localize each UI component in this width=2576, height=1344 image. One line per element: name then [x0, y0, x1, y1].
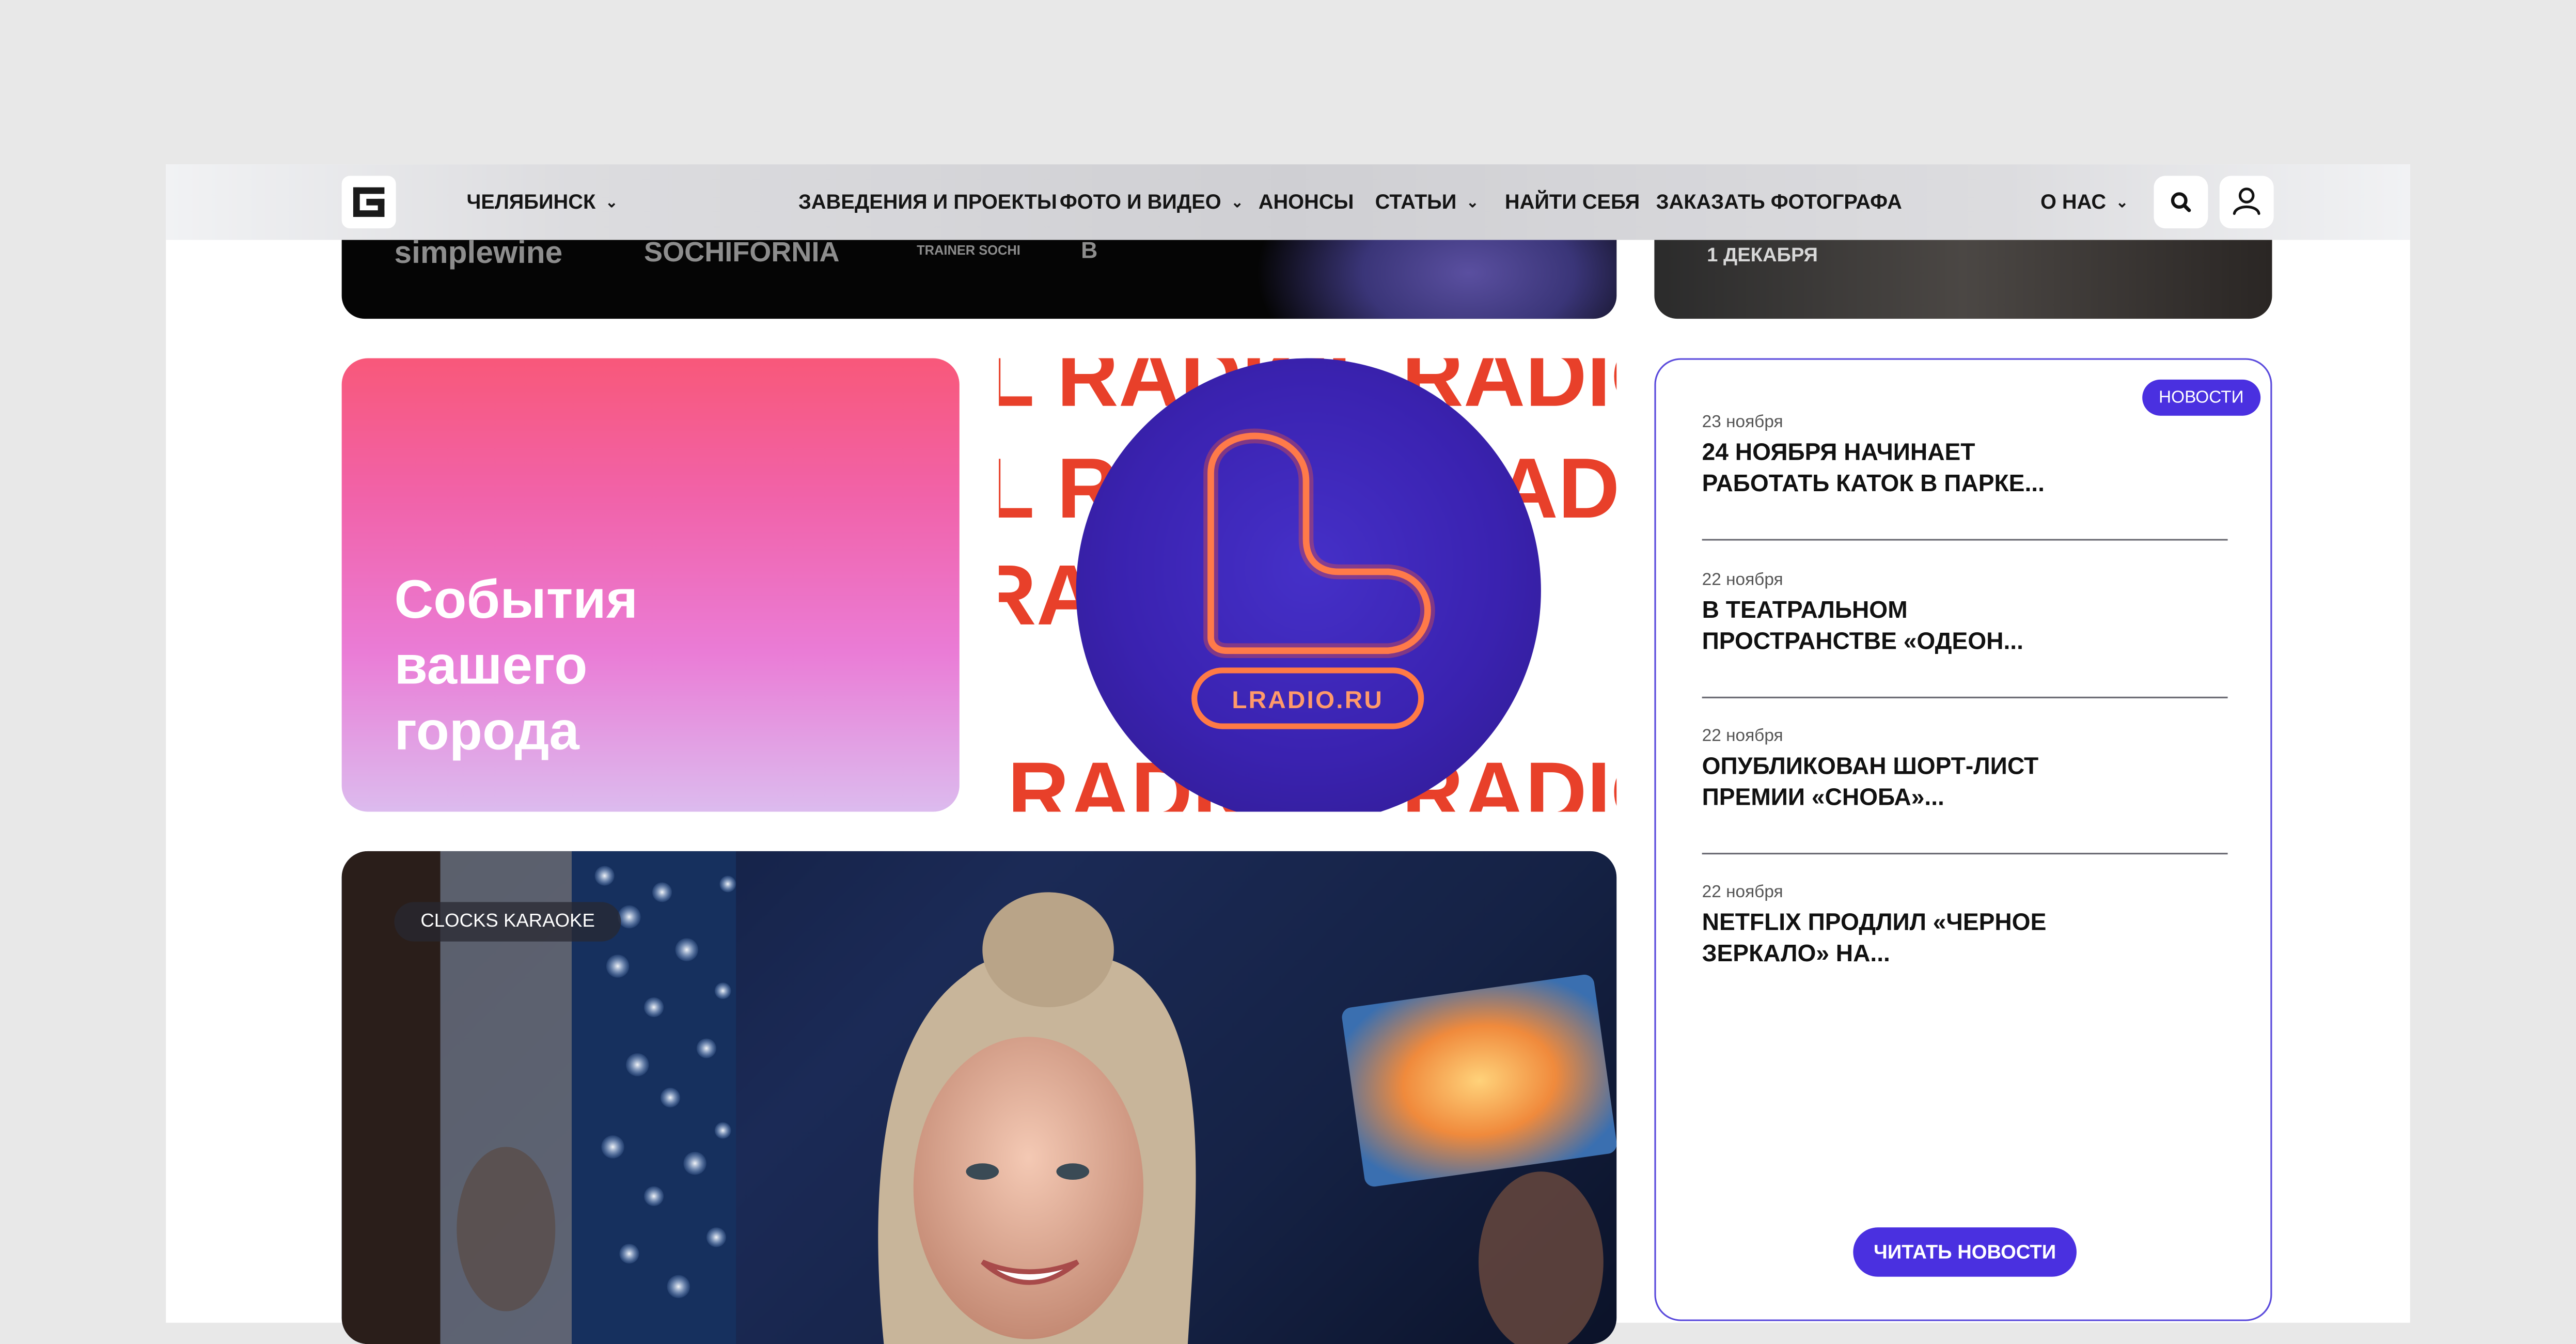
news-title: ОПУБЛИКОВАН ШОРТ-ЛИСТ ПРЕМИИ «СНОБА»...: [1702, 754, 2039, 812]
news-tag[interactable]: НОВОСТИ: [2142, 379, 2260, 416]
nav-item-venues[interactable]: ЗАВЕДЕНИЯ И ПРОЕКТЫ: [798, 164, 1057, 240]
promo-title: События вашего города: [394, 568, 638, 761]
site-header: ЧЕЛЯБИНСК ⌄ ЗАВЕДЕНИЯ И ПРОЕКТЫ ФОТО И ВИ…: [166, 164, 2410, 240]
news-date: 22 ноября: [1702, 882, 1783, 902]
user-button[interactable]: [2219, 176, 2274, 229]
radio-ad-card[interactable]: L RADIO L RADIO L RADIO L RADIO L RADIO …: [999, 358, 1617, 812]
chevron-down-icon: ⌄: [2116, 194, 2129, 211]
radio-heart-icon: LRADIO.RU: [1191, 428, 1435, 729]
nav-label: СТАТЬИ: [1375, 191, 1457, 214]
city-events-card[interactable]: События вашего города: [341, 358, 960, 812]
partners-banner[interactable]: simplewine SOCHIFORNIA TRAINER SOCHI B: [341, 240, 1617, 319]
nav-item-articles[interactable]: СТАТЬИ ⌄: [1375, 164, 1479, 240]
chevron-down-icon: ⌄: [1466, 194, 1479, 211]
chevron-down-icon: ⌄: [605, 194, 618, 211]
brand-logo: TRAINER SOCHI: [917, 243, 1020, 258]
news-title: NETFLIX ПРОДЛИЛ «ЧЕРНОЕ ЗЕРКАЛО» НА...: [1702, 910, 2047, 968]
brand-logo: simplewine: [394, 240, 563, 271]
nav-label: НАЙТИ СЕБЯ: [1504, 191, 1640, 214]
search-button[interactable]: [2154, 176, 2208, 229]
radio-logo-text: LRADIO.RU: [1232, 686, 1384, 714]
karaoke-photo-card[interactable]: CLOCKS KARAOKE: [341, 851, 1617, 1344]
nav-label: ЗАКАЗАТЬ ФОТОГРАФА: [1656, 191, 1902, 214]
news-item[interactable]: 22 ноября ОПУБЛИКОВАН ШОРТ-ЛИСТ ПРЕМИИ «…: [1702, 726, 2228, 815]
nav-item-photo-video[interactable]: ФОТО И ВИДЕО ⌄: [1060, 164, 1244, 240]
radio-logo-circle: LRADIO.RU: [1076, 358, 1541, 812]
search-icon: [2171, 192, 2191, 212]
news-title: В ТЕАТРАЛЬНОМ ПРОСТРАНСТВЕ «ОДЕОН...: [1702, 598, 2023, 656]
brand-logo: SOCHIFORNIA: [643, 240, 840, 268]
nav-label: АНОНСЫ: [1258, 191, 1354, 214]
nav-item-find-yourself[interactable]: НАЙТИ СЕБЯ: [1505, 164, 1640, 240]
event-card-top[interactable]: 1 ДЕКАБРЯ: [1654, 240, 2272, 319]
nav-label: О НАС: [2040, 191, 2107, 214]
news-divider: [1702, 696, 2228, 698]
event-date: 1 ДЕКАБРЯ: [1707, 243, 1818, 267]
user-icon: [2233, 187, 2260, 215]
news-title: 24 НОЯБРЯ НАЧИНАЕТ РАБОТАТЬ КАТОК В ПАРК…: [1702, 440, 2045, 498]
news-date: 22 ноября: [1702, 726, 1783, 746]
city-label: ЧЕЛЯБИНСК: [466, 191, 596, 214]
logo-g-icon[interactable]: [341, 176, 396, 229]
news-item[interactable]: 23 ноября 24 НОЯБРЯ НАЧИНАЕТ РАБОТАТЬ КА…: [1702, 412, 2228, 501]
nav-item-about[interactable]: О НАС ⌄: [2040, 164, 2128, 240]
banner-glow: [1255, 240, 1617, 319]
brand-logo: B: [1081, 240, 1098, 263]
news-panel: НОВОСТИ 23 ноября 24 НОЯБРЯ НАЧИНАЕТ РАБ…: [1654, 358, 2272, 1321]
nav-label: ФОТО И ВИДЕО: [1059, 191, 1221, 214]
read-news-button[interactable]: ЧИТАТЬ НОВОСТИ: [1853, 1227, 2077, 1277]
news-date: 22 ноября: [1702, 570, 1783, 590]
news-date: 23 ноября: [1702, 412, 1783, 432]
chevron-down-icon: ⌄: [1231, 194, 1244, 211]
news-item[interactable]: 22 ноября В ТЕАТРАЛЬНОМ ПРОСТРАНСТВЕ «ОД…: [1702, 570, 2228, 659]
nav-item-order-photographer[interactable]: ЗАКАЗАТЬ ФОТОГРАФА: [1656, 164, 1902, 240]
nav-item-announcements[interactable]: АНОНСЫ: [1259, 164, 1354, 240]
nav-label: ЗАВЕДЕНИЯ И ПРОЕКТЫ: [798, 191, 1057, 214]
news-item[interactable]: 22 ноября NETFLIX ПРОДЛИЛ «ЧЕРНОЕ ЗЕРКАЛ…: [1702, 882, 2228, 971]
city-selector[interactable]: ЧЕЛЯБИНСК ⌄: [466, 164, 618, 240]
news-divider: [1702, 853, 2228, 855]
venue-badge[interactable]: CLOCKS KARAOKE: [394, 902, 621, 942]
news-divider: [1702, 539, 2228, 541]
